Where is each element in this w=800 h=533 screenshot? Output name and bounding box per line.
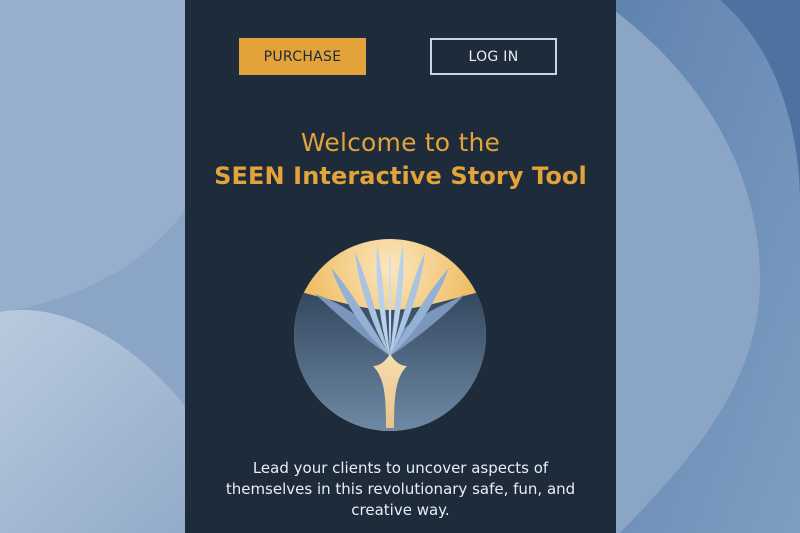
tagline-text: Lead your clients to uncover aspects of …: [225, 459, 576, 519]
purchase-button[interactable]: PURCHASE: [239, 38, 366, 75]
product-title: SEEN Interactive Story Tool: [214, 162, 587, 190]
login-button[interactable]: LOG IN: [430, 38, 557, 75]
main-panel: PURCHASE LOG IN Welcome to the SEEN Inte…: [185, 0, 616, 533]
fan-tree-icon: [294, 239, 486, 431]
page-background: PURCHASE LOG IN Welcome to the SEEN Inte…: [0, 0, 800, 533]
welcome-heading: Welcome to the: [300, 128, 501, 157]
